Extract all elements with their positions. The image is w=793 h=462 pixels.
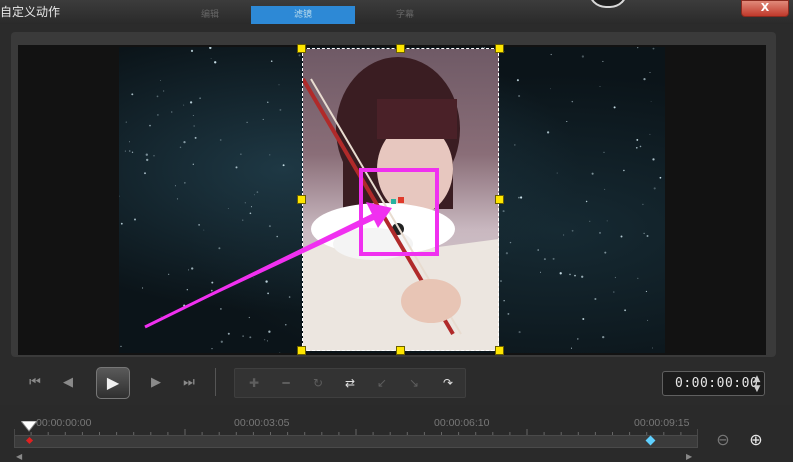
- timeline-tick-label: 00:00:09:15: [634, 417, 690, 429]
- add-keyframe-icon[interactable]: ✚: [243, 373, 265, 393]
- timeline-tick-label: 00:00:03:05: [234, 417, 290, 429]
- timecode-value: 0:00:00:00: [675, 376, 759, 391]
- remove-keyframe-icon[interactable]: ━: [275, 373, 297, 393]
- spin-up-icon[interactable]: ▲: [751, 374, 763, 384]
- scroll-right-icon[interactable]: ▶: [686, 452, 692, 461]
- play-button[interactable]: ▶: [96, 367, 130, 399]
- goto-keyframe-icon[interactable]: ↷: [437, 373, 459, 393]
- keyframe-toolbar: ✚ ━ ↻ ⇄ ↙ ↘ ↷: [234, 368, 466, 398]
- timecode-field[interactable]: 0:00:00:00: [662, 371, 765, 396]
- step-back-icon[interactable]: ◀: [56, 372, 80, 394]
- timeline-tick-label: 00:00:06:10: [434, 417, 490, 429]
- timeline-tick-label: 00:00:00:00: [36, 417, 92, 429]
- zoom-in-icon[interactable]: ⊕: [746, 430, 766, 450]
- toolbar-divider: [215, 368, 216, 396]
- playhead-icon[interactable]: [21, 421, 37, 434]
- spin-down-icon[interactable]: ▼: [751, 384, 763, 394]
- skip-start-icon[interactable]: ⏮: [22, 372, 48, 394]
- timeline-track[interactable]: [14, 435, 698, 448]
- move-keyframe-right-icon[interactable]: ↘: [403, 373, 425, 393]
- reverse-keyframe-icon[interactable]: ↻: [307, 373, 329, 393]
- move-keyframe-left-icon[interactable]: ↙: [371, 373, 393, 393]
- scroll-left-icon[interactable]: ◀: [16, 452, 22, 461]
- skip-end-icon[interactable]: ⏭: [176, 372, 202, 394]
- step-forward-icon[interactable]: ▶: [144, 372, 168, 394]
- zoom-out-icon[interactable]: ⊖: [713, 430, 733, 450]
- swap-keyframes-icon[interactable]: ⇄: [339, 373, 361, 393]
